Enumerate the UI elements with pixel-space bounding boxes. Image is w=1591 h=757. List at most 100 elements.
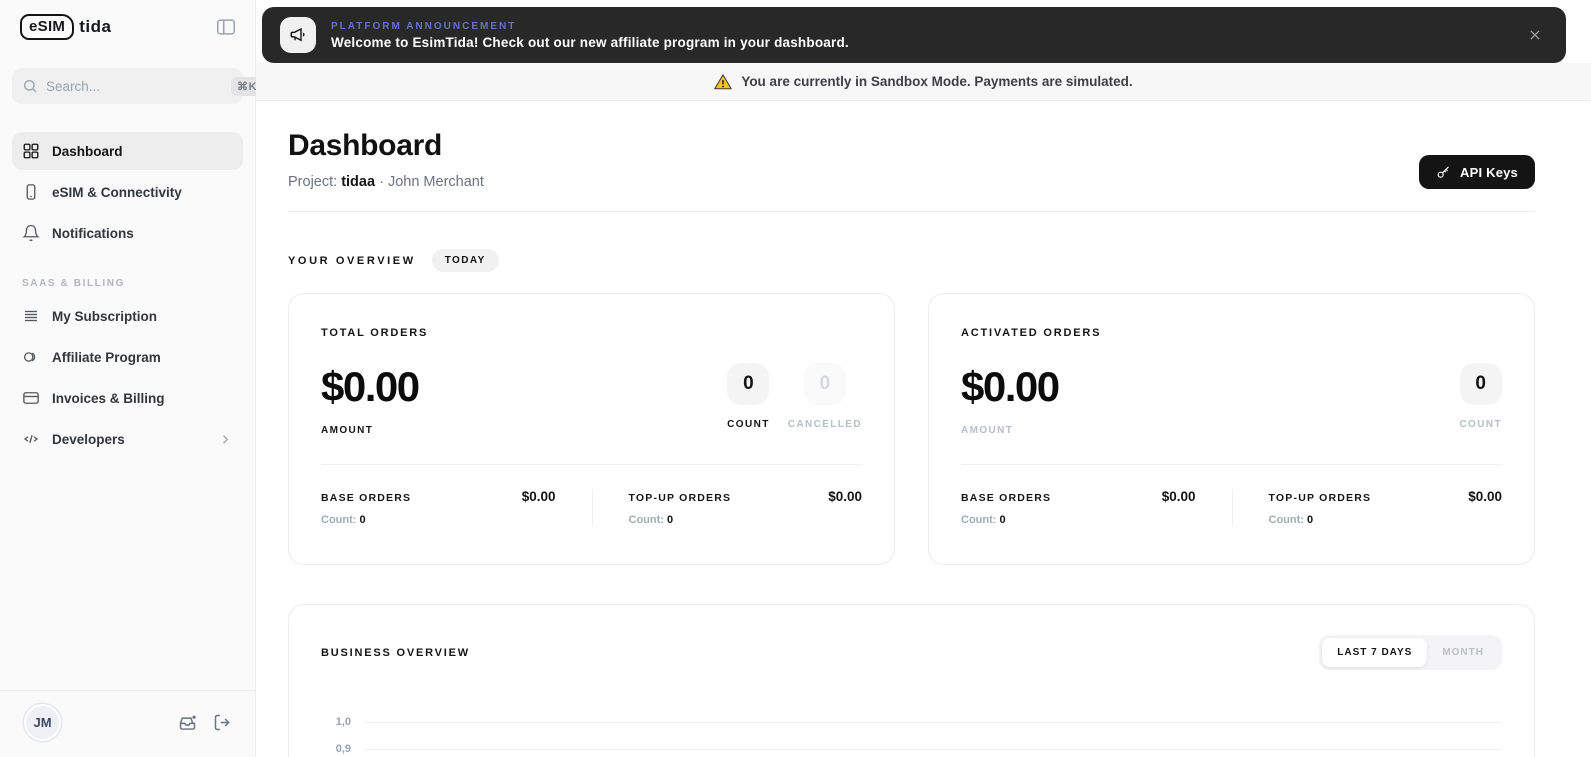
sidebar-item-label: Dashboard (52, 143, 123, 159)
esimtida-logo: eSIM tida (20, 14, 111, 40)
logout-button[interactable] (212, 712, 233, 733)
announcement-close-button[interactable] (1524, 24, 1546, 46)
topup-orders-value: $0.00 (1468, 489, 1502, 504)
count-label: COUNT (1459, 419, 1502, 430)
activated-orders-card: ACTIVATED ORDERS $0.00 AMOUNT 0 COUNT BA… (928, 293, 1535, 565)
key-icon (1436, 165, 1451, 180)
project-label: Project: (288, 174, 338, 190)
sidebar: eSIM tida ⌘K Dashboard eSIM & Connectivi… (0, 0, 263, 757)
sidebar-item-esim-connectivity[interactable]: eSIM & Connectivity (12, 173, 243, 211)
sidebar-item-label: My Subscription (52, 308, 158, 324)
amount-label: AMOUNT (961, 425, 1014, 436)
topup-orders-block: TOP-UP ORDERS $0.00 Count: 0 (1231, 489, 1502, 526)
activated-orders-amount: $0.00 (961, 363, 1060, 410)
gridline (364, 721, 1502, 723)
sidebar-item-label: Invoices & Billing (52, 390, 165, 406)
card-divider (321, 464, 862, 465)
card-divider (961, 464, 1502, 465)
base-orders-label: BASE ORDERS (321, 492, 412, 504)
chart-grid-row: 1,0 (321, 716, 1502, 728)
warning-icon (714, 73, 733, 91)
panel-left-icon (215, 16, 237, 38)
topup-orders-label: TOP-UP ORDERS (628, 492, 732, 504)
sidebar-item-label: eSIM & Connectivity (52, 184, 182, 200)
logo-sim-badge: eSIM (20, 14, 75, 40)
y-axis-tick: 0,9 (335, 743, 351, 755)
overview-section-title: YOUR OVERVIEW (288, 254, 416, 267)
owner-name: John Merchant (387, 174, 484, 190)
count-badge-col: 0 COUNT (1459, 363, 1502, 436)
logo-text: tida (79, 17, 112, 36)
count-label: COUNT (727, 419, 770, 430)
total-orders-amount: $0.00 (321, 363, 420, 410)
announcement-message: Welcome to EsimTida! Check out our new a… (331, 34, 849, 50)
business-overview-title: BUSINESS OVERVIEW (321, 646, 470, 659)
base-orders-count: Count: 0 (961, 514, 1006, 526)
card-title: TOTAL ORDERS (321, 327, 429, 339)
sidebar-item-affiliate-program[interactable]: Affiliate Program (12, 338, 243, 376)
search-icon (22, 78, 38, 94)
count-badge: 0 (1459, 363, 1502, 405)
logout-icon (212, 712, 233, 733)
y-axis-tick: 1,0 (335, 716, 351, 728)
overlapping-circles-icon (22, 348, 40, 366)
close-icon (1528, 28, 1542, 42)
sandbox-mode-bar: You are currently in Sandbox Mode. Payme… (256, 63, 1591, 101)
count-badge: 0 (727, 363, 770, 405)
sidebar-nav: Dashboard eSIM & Connectivity Notificati… (12, 132, 243, 252)
sidebar-header: eSIM tida (0, 0, 255, 40)
total-orders-card: TOTAL ORDERS $0.00 AMOUNT 0 COUNT 0 CANC… (288, 293, 895, 565)
amount-block: $0.00 AMOUNT (961, 363, 1060, 436)
inbox-button[interactable] (177, 712, 198, 733)
page-title: Dashboard (288, 129, 442, 162)
sidebar-item-label: Affiliate Program (52, 349, 161, 365)
cancelled-label: CANCELLED (787, 419, 862, 430)
sidebar-item-invoices-billing[interactable]: Invoices & Billing (12, 379, 243, 417)
topup-orders-value: $0.00 (828, 489, 862, 504)
sidebar-item-label: Notifications (52, 225, 134, 241)
project-name: tidaa (341, 174, 376, 190)
range-tab-month[interactable]: MONTH (1427, 638, 1499, 667)
main-area: PLATFORM ANNOUNCEMENT Welcome to EsimTid… (256, 0, 1591, 757)
api-keys-label: API Keys (1460, 164, 1518, 180)
api-keys-button[interactable]: API Keys (1419, 155, 1535, 189)
topup-orders-count: Count: 0 (628, 514, 674, 526)
range-tab-last-7-days[interactable]: LAST 7 DAYS (1322, 638, 1428, 667)
base-orders-value: $0.00 (521, 489, 556, 504)
project-subtitle: Project: tidaa · John Merchant (288, 174, 484, 190)
code-icon (22, 430, 40, 448)
search-input[interactable] (46, 78, 223, 94)
search-box[interactable]: ⌘K (12, 68, 263, 104)
smartphone-icon (22, 183, 40, 201)
user-avatar[interactable]: JM (24, 704, 61, 741)
topup-orders-block: TOP-UP ORDERS $0.00 Count: 0 (591, 489, 862, 526)
count-badge-col: 0 COUNT (727, 363, 770, 436)
card-title: ACTIVATED ORDERS (961, 327, 1102, 339)
header-divider (288, 211, 1535, 212)
sidebar-collapse-button[interactable] (213, 14, 239, 40)
period-badge: TODAY (431, 249, 499, 272)
list-lines-icon (22, 307, 40, 325)
range-toggle: LAST 7 DAYS MONTH (1319, 635, 1502, 670)
announcement-banner-wrap: PLATFORM ANNOUNCEMENT Welcome to EsimTid… (256, 0, 1591, 63)
page-content: Dashboard Project: tidaa · John Merchant… (256, 101, 1591, 757)
bell-icon (22, 224, 40, 242)
sidebar-item-my-subscription[interactable]: My Subscription (12, 297, 243, 335)
base-orders-label: BASE ORDERS (961, 492, 1052, 504)
sidebar-billing-nav: My Subscription Affiliate Program Invoic… (12, 297, 243, 458)
overview-cards: TOTAL ORDERS $0.00 AMOUNT 0 COUNT 0 CANC… (288, 293, 1535, 565)
base-orders-block: BASE ORDERS $0.00 Count: 0 (961, 489, 1232, 526)
sidebar-item-notifications[interactable]: Notifications (12, 214, 243, 252)
base-orders-block: BASE ORDERS $0.00 Count: 0 (321, 489, 592, 526)
announcement-text: PLATFORM ANNOUNCEMENT Welcome to EsimTid… (331, 21, 849, 50)
business-overview-chart: 1,0 0,9 (321, 716, 1502, 755)
sidebar-item-label: Developers (52, 431, 125, 447)
amount-label: AMOUNT (321, 425, 374, 436)
gridline (364, 748, 1502, 750)
dot-separator: · (379, 174, 384, 190)
base-orders-count: Count: 0 (321, 514, 366, 526)
sidebar-item-dashboard[interactable]: Dashboard (12, 132, 243, 170)
overview-section-header: YOUR OVERVIEW TODAY (288, 249, 1535, 272)
credit-card-icon (22, 389, 40, 407)
sidebar-item-developers[interactable]: Developers (12, 420, 243, 458)
